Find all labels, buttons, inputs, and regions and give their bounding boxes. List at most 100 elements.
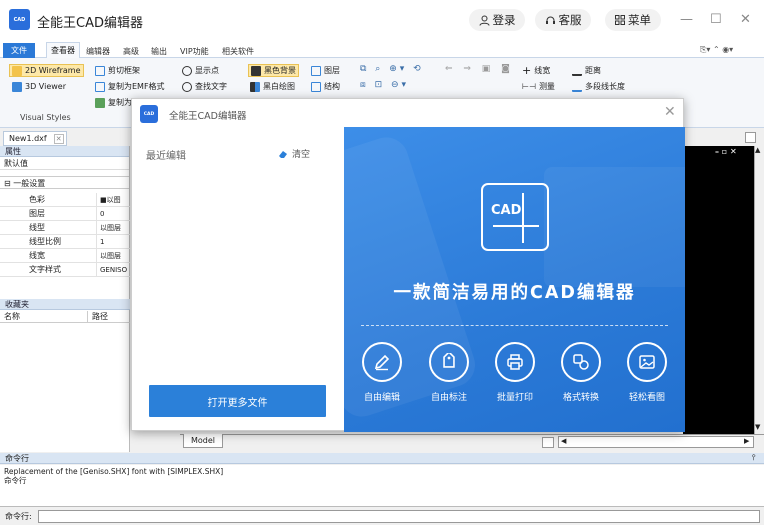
menu-viewer[interactable]: 查看器 bbox=[46, 42, 80, 58]
service-button[interactable]: 客服 bbox=[535, 9, 591, 31]
close-icon[interactable]: ✕ bbox=[740, 12, 751, 27]
scroll-left-icon[interactable]: ◀ bbox=[561, 437, 566, 445]
properties-default[interactable]: 默认值 bbox=[0, 157, 129, 170]
command-log-line: Replacement of the [Geniso.SHX] font wit… bbox=[4, 467, 224, 476]
promo-screen-bg bbox=[544, 167, 685, 287]
prop-row[interactable]: 线型 以图层 bbox=[0, 221, 130, 235]
menu-advanced[interactable]: 高级 bbox=[123, 46, 139, 57]
visual-styles-group-label: Visual Styles bbox=[20, 113, 71, 122]
vertical-scrollbar[interactable] bbox=[754, 146, 764, 434]
scroll-up-icon[interactable]: ▲ bbox=[755, 146, 760, 154]
nav-arrows[interactable]: ⇐ ⇒ ▣ ◙ bbox=[445, 64, 514, 74]
show-points-button[interactable]: 显示点 bbox=[182, 64, 219, 77]
distance-icon bbox=[572, 66, 582, 76]
tag-icon bbox=[429, 342, 469, 382]
copy-as-button[interactable]: 复制为 bbox=[95, 96, 132, 109]
prop-row[interactable]: 线型比例 1 bbox=[0, 235, 130, 249]
menu-button[interactable]: 菜单 bbox=[605, 9, 661, 31]
structure-button[interactable]: 结构 bbox=[311, 80, 340, 93]
dialog-close-icon[interactable]: ✕ bbox=[664, 104, 676, 120]
start-dialog: CAD 全能王CAD编辑器 ✕ 最近编辑 清空 打开更多文件 CAD 一款简洁易… bbox=[131, 98, 685, 432]
promo-slogan: 一款简洁易用的CAD编辑器 bbox=[393, 283, 636, 303]
prop-row[interactable]: 线宽 以图层 bbox=[0, 249, 130, 263]
copy-emf-button[interactable]: 复制为EMF格式 bbox=[95, 80, 165, 93]
panel-restore-icon[interactable] bbox=[745, 132, 756, 143]
layout-options-icon[interactable] bbox=[542, 437, 554, 448]
eraser-icon bbox=[279, 150, 287, 158]
menu-vip[interactable]: VIP功能 bbox=[180, 46, 209, 57]
grid-menu-icon bbox=[615, 15, 625, 25]
line-width-button[interactable]: + 线宽 bbox=[522, 64, 550, 77]
view-tools[interactable]: ⧈ ⊡ ⊖▾ bbox=[360, 80, 409, 90]
general-settings-group[interactable]: ⊟ 一般设置 bbox=[0, 176, 129, 189]
plus-icon: + bbox=[522, 64, 532, 77]
point-icon bbox=[182, 65, 192, 76]
command-input[interactable] bbox=[38, 510, 760, 523]
feature-free-annotate: 自由标注 bbox=[414, 342, 484, 403]
horizontal-scrollbar[interactable] bbox=[558, 436, 754, 448]
command-input-bar: 命令行: bbox=[0, 508, 764, 525]
background-icon bbox=[251, 65, 261, 76]
layers-button[interactable]: 图层 bbox=[311, 64, 340, 77]
dialog-title: 全能王CAD编辑器 bbox=[169, 111, 247, 122]
command-header: 命令行 bbox=[0, 453, 764, 464]
promo-divider bbox=[361, 325, 668, 326]
distance-button[interactable]: 距离 bbox=[572, 64, 601, 77]
scroll-right-icon[interactable]: ▶ bbox=[744, 437, 749, 445]
structure-icon bbox=[311, 81, 321, 92]
user-icon bbox=[479, 15, 489, 26]
command-prompt-label: 命令行: bbox=[5, 512, 32, 521]
bw-icon bbox=[250, 81, 260, 92]
dialog-logo: CAD bbox=[140, 105, 158, 123]
open-more-files-button[interactable]: 打开更多文件 bbox=[149, 385, 326, 417]
minimize-icon[interactable]: — bbox=[680, 12, 693, 27]
command-log: Replacement of the [Geniso.SHX] font wit… bbox=[0, 465, 764, 507]
crop-icon bbox=[95, 65, 105, 76]
ribbon-options-icon[interactable]: ⎘▾ ⌃ ◉▾ bbox=[700, 45, 733, 55]
feature-label: 批量打印 bbox=[496, 393, 533, 403]
favorites-col-path[interactable]: 路径 bbox=[88, 311, 108, 322]
copy-icon bbox=[95, 81, 105, 92]
maximize-icon[interactable]: ☐ bbox=[710, 12, 722, 27]
left-panel: 属性 默认值 ⊟ 一般设置 色彩 ■以图 图层 0 线型 以图层 线型比例 1 线宽 以图… bbox=[0, 146, 130, 452]
clear-recent-button[interactable]: 清空 bbox=[278, 147, 310, 160]
drawing-canvas[interactable] bbox=[683, 146, 764, 434]
prop-row[interactable]: 色彩 ■以图 bbox=[0, 193, 130, 207]
favorites-header: 收藏夹 bbox=[0, 299, 130, 310]
pin-icon[interactable]: ⫯ bbox=[752, 453, 755, 463]
menu-output[interactable]: 输出 bbox=[151, 46, 167, 57]
scroll-down-icon[interactable]: ▼ bbox=[755, 423, 760, 431]
favorites-columns: 名称 路径 bbox=[0, 311, 130, 323]
bw-drawing-button[interactable]: 黑白绘图 bbox=[250, 80, 295, 93]
clip-frame-button[interactable]: 剪切框架 bbox=[95, 64, 140, 77]
close-tab-icon[interactable]: ✕ bbox=[53, 133, 64, 144]
prop-row[interactable]: 图层 0 bbox=[0, 207, 130, 221]
canvas-window-controls[interactable]: – ▫ ✕ bbox=[715, 147, 737, 156]
cube-icon bbox=[12, 81, 22, 92]
menu-editor[interactable]: 编辑器 bbox=[86, 46, 110, 57]
measure-button[interactable]: ⊢⊣ 测量 bbox=[522, 80, 555, 93]
style-3d-viewer[interactable]: 3D Viewer bbox=[12, 80, 66, 93]
menu-file[interactable]: 文件 bbox=[3, 43, 35, 58]
prop-row[interactable]: 文字样式 GENISO bbox=[0, 263, 130, 277]
login-button[interactable]: 登录 bbox=[469, 9, 525, 31]
collapse-icon[interactable]: ⊟ bbox=[4, 179, 11, 188]
wireframe-icon bbox=[12, 65, 22, 76]
style-2d-wireframe[interactable]: 2D Wireframe bbox=[9, 64, 84, 77]
menu-related[interactable]: 相关软件 bbox=[222, 46, 254, 57]
favorites-col-name[interactable]: 名称 bbox=[0, 311, 88, 322]
feature-label: 自由编辑 bbox=[363, 393, 400, 403]
document-tab[interactable]: New1.dxf ✕ bbox=[3, 131, 67, 146]
feature-format-convert: 格式转换 bbox=[546, 342, 616, 403]
zoom-tools[interactable]: ⧉ ⌕ ⊕▾ ⟲ bbox=[360, 64, 424, 74]
feature-batch-print: 批量打印 bbox=[480, 342, 550, 403]
find-icon bbox=[182, 81, 192, 92]
black-background-button[interactable]: 黑色背景 bbox=[248, 64, 299, 77]
ruler-icon: ⊢⊣ bbox=[522, 82, 536, 91]
polyline-length-button[interactable]: 多段线长度 bbox=[572, 80, 625, 93]
service-label: 客服 bbox=[558, 13, 582, 27]
promo-panel: CAD 一款简洁易用的CAD编辑器 自由编辑 自由标注 批量打印 格式转换 轻松… bbox=[344, 127, 685, 432]
app-logo: CAD bbox=[9, 9, 30, 30]
find-text-button[interactable]: 查找文字 bbox=[182, 80, 227, 93]
model-tab[interactable]: Model bbox=[183, 434, 223, 448]
